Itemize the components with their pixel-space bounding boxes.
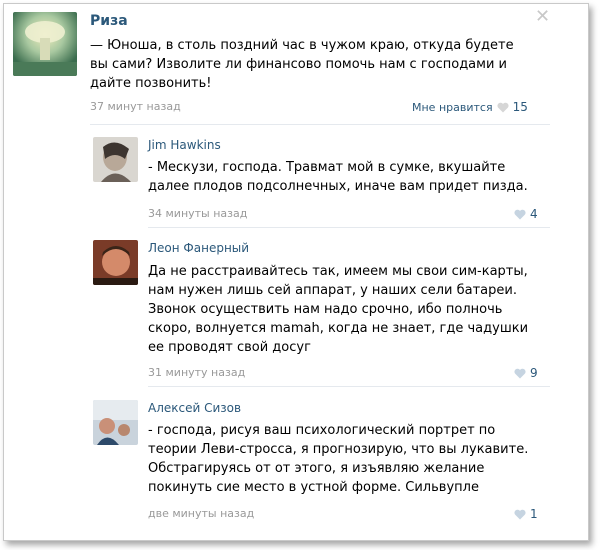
comment-author[interactable]: Алексей Сизов [148,401,241,415]
comment-text: - господа, рисуя ваш психологический пор… [148,423,529,495]
like-count: 1 [530,507,538,521]
divider [148,227,550,228]
post-author[interactable]: Риза [90,13,128,29]
comment-text: - Мескузи, господа. Травмат мой в сумке,… [148,160,528,194]
comment-time[interactable]: 31 минуту назад [148,366,245,379]
comment-author[interactable]: Jim Hawkins [148,138,221,152]
comment-like-button[interactable]: 1 [514,507,538,521]
comment-avatar[interactable] [93,240,138,285]
comment-like-button[interactable]: 9 [514,366,538,380]
divider [90,124,550,125]
comment-author[interactable]: Леон Фанерный [148,241,249,255]
heart-icon [514,509,526,519]
post-text: — Юноша, в столь поздний час в чужом кра… [90,38,514,91]
heart-icon [514,209,526,219]
close-icon[interactable]: ✕ [535,8,550,26]
comment-like-button[interactable]: 4 [514,207,538,221]
comment-time[interactable]: две минуты назад [148,507,254,520]
comment-text: Да не расстраивайтесь так, имеем мы свои… [148,264,529,355]
like-count: 9 [530,366,538,380]
comment-avatar[interactable] [93,137,138,182]
like-label: Мне нравится [412,100,493,114]
post-like-button[interactable]: Мне нравится 15 [412,100,528,114]
like-count: 4 [530,207,538,221]
comment-time[interactable]: 34 минуты назад [148,207,247,220]
comment-avatar[interactable] [93,400,138,445]
heart-icon [497,102,509,112]
post-time[interactable]: 37 минут назад [90,100,181,113]
divider [148,386,550,387]
like-count: 15 [512,100,528,114]
post-avatar[interactable] [13,12,77,76]
heart-icon [514,368,526,378]
